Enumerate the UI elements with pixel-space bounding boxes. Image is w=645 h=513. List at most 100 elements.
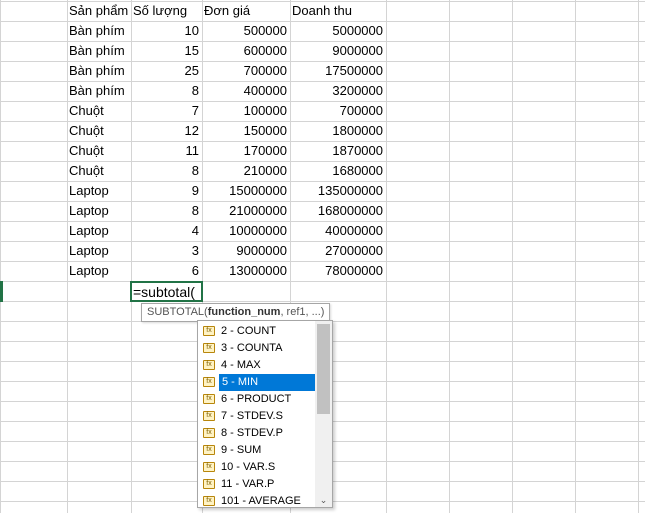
function-icon: fx bbox=[203, 411, 215, 421]
cell-revenue[interactable]: 27000000 bbox=[290, 241, 386, 261]
header-unit-price[interactable]: Đơn giá bbox=[202, 1, 290, 21]
autocomplete-item-label: 101 - AVERAGE bbox=[221, 495, 301, 507]
row-selection-indicator bbox=[0, 281, 3, 302]
cell-product[interactable]: Chuột bbox=[67, 141, 131, 161]
grid-column-line bbox=[512, 0, 513, 513]
autocomplete-item[interactable]: fx 10 - VAR.S bbox=[200, 459, 315, 476]
autocomplete-item-label: 7 - STDEV.S bbox=[221, 410, 283, 422]
tooltip-function-name: SUBTOTAL( bbox=[147, 306, 208, 318]
autocomplete-item[interactable]: fx 3 - COUNTA bbox=[200, 340, 315, 357]
autocomplete-scrollbar[interactable]: ⌄ bbox=[315, 321, 332, 507]
cell-revenue[interactable]: 1800000 bbox=[290, 121, 386, 141]
autocomplete-item[interactable]: fx 9 - SUM bbox=[200, 442, 315, 459]
tooltip-remaining-arguments: , ref1, ...) bbox=[280, 306, 325, 318]
grid-column-line bbox=[0, 0, 1, 513]
cell-product[interactable]: Chuột bbox=[67, 101, 131, 121]
cell-revenue[interactable]: 78000000 bbox=[290, 261, 386, 281]
header-product[interactable]: Sản phẩm bbox=[67, 1, 131, 21]
cell-unit-price[interactable]: 15000000 bbox=[202, 181, 290, 201]
scrollbar-thumb[interactable] bbox=[317, 324, 330, 414]
cell-quantity[interactable]: 7 bbox=[131, 101, 202, 121]
cell-product[interactable]: Laptop bbox=[67, 221, 131, 241]
cell-revenue[interactable]: 9000000 bbox=[290, 41, 386, 61]
cell-product[interactable]: Laptop bbox=[67, 201, 131, 221]
cell-quantity[interactable]: 6 bbox=[131, 261, 202, 281]
grid-row-line bbox=[0, 281, 645, 282]
autocomplete-item[interactable]: fx 2 - COUNT bbox=[200, 323, 315, 340]
function-icon: fx bbox=[203, 377, 215, 387]
grid-column-line bbox=[575, 0, 576, 513]
function-icon: fx bbox=[203, 479, 215, 489]
grid-column-line bbox=[449, 0, 450, 513]
cell-product[interactable]: Laptop bbox=[67, 261, 131, 281]
formula-input[interactable]: =subtotal( bbox=[133, 282, 195, 302]
autocomplete-item[interactable]: fx 7 - STDEV.S bbox=[200, 408, 315, 425]
cell-product[interactable]: Bàn phím bbox=[67, 61, 131, 81]
cell-unit-price[interactable]: 210000 bbox=[202, 161, 290, 181]
autocomplete-item-label: 4 - MAX bbox=[221, 359, 261, 371]
cell-quantity[interactable]: 3 bbox=[131, 241, 202, 261]
cell-unit-price[interactable]: 100000 bbox=[202, 101, 290, 121]
cell-revenue[interactable]: 5000000 bbox=[290, 21, 386, 41]
cell-revenue[interactable]: 40000000 bbox=[290, 221, 386, 241]
autocomplete-item[interactable]: fx 8 - STDEV.P bbox=[200, 425, 315, 442]
cell-unit-price[interactable]: 600000 bbox=[202, 41, 290, 61]
function-icon: fx bbox=[203, 428, 215, 438]
cell-product[interactable]: Bàn phím bbox=[67, 21, 131, 41]
cell-quantity[interactable]: 8 bbox=[131, 81, 202, 101]
cell-revenue[interactable]: 3200000 bbox=[290, 81, 386, 101]
header-revenue[interactable]: Doanh thu bbox=[290, 1, 386, 21]
cell-revenue[interactable]: 17500000 bbox=[290, 61, 386, 81]
cell-product[interactable]: Chuột bbox=[67, 161, 131, 181]
autocomplete-item-label: 6 - PRODUCT bbox=[221, 393, 292, 405]
cell-quantity[interactable]: 12 bbox=[131, 121, 202, 141]
cell-unit-price[interactable]: 500000 bbox=[202, 21, 290, 41]
cell-quantity[interactable]: 15 bbox=[131, 41, 202, 61]
function-autocomplete-list[interactable]: fx 2 - COUNT fx 3 - COUNTA fx 4 - MAX fx 5 - MI… bbox=[197, 320, 333, 508]
grid-row-line bbox=[0, 301, 645, 302]
grid-column-line bbox=[386, 0, 387, 513]
cell-quantity[interactable]: 9 bbox=[131, 181, 202, 201]
autocomplete-item-label: 11 - VAR.P bbox=[221, 478, 275, 490]
cell-product[interactable]: Laptop bbox=[67, 241, 131, 261]
cell-unit-price[interactable]: 10000000 bbox=[202, 221, 290, 241]
cell-revenue[interactable]: 1870000 bbox=[290, 141, 386, 161]
cell-quantity[interactable]: 11 bbox=[131, 141, 202, 161]
cell-product[interactable]: Chuột bbox=[67, 121, 131, 141]
scroll-down-icon[interactable]: ⌄ bbox=[315, 493, 332, 507]
autocomplete-item-label: 5 - MIN bbox=[219, 374, 318, 391]
cell-revenue[interactable]: 1680000 bbox=[290, 161, 386, 181]
autocomplete-item-label: 9 - SUM bbox=[221, 444, 262, 456]
cell-product[interactable]: Bàn phím bbox=[67, 41, 131, 61]
cell-quantity[interactable]: 8 bbox=[131, 201, 202, 221]
cell-product[interactable]: Laptop bbox=[67, 181, 131, 201]
header-quantity[interactable]: Số lượng bbox=[131, 1, 202, 21]
autocomplete-item[interactable]: fx 6 - PRODUCT bbox=[200, 391, 315, 408]
autocomplete-item-label: 8 - STDEV.P bbox=[221, 427, 283, 439]
function-icon: fx bbox=[203, 360, 215, 370]
cell-quantity[interactable]: 25 bbox=[131, 61, 202, 81]
cell-revenue[interactable]: 700000 bbox=[290, 101, 386, 121]
cell-quantity[interactable]: 4 bbox=[131, 221, 202, 241]
autocomplete-item[interactable]: fx 11 - VAR.P bbox=[200, 476, 315, 493]
cell-unit-price[interactable]: 400000 bbox=[202, 81, 290, 101]
cell-unit-price[interactable]: 150000 bbox=[202, 121, 290, 141]
cell-unit-price[interactable]: 170000 bbox=[202, 141, 290, 161]
cell-unit-price[interactable]: 13000000 bbox=[202, 261, 290, 281]
function-icon: fx bbox=[203, 445, 215, 455]
grid-column-line bbox=[638, 0, 639, 513]
autocomplete-item[interactable]: fx 101 - AVERAGE bbox=[200, 493, 315, 507]
cell-quantity[interactable]: 8 bbox=[131, 161, 202, 181]
cell-unit-price[interactable]: 9000000 bbox=[202, 241, 290, 261]
function-icon: fx bbox=[203, 343, 215, 353]
cell-unit-price[interactable]: 21000000 bbox=[202, 201, 290, 221]
tooltip-current-argument: function_num bbox=[207, 306, 281, 318]
cell-unit-price[interactable]: 700000 bbox=[202, 61, 290, 81]
cell-product[interactable]: Bàn phím bbox=[67, 81, 131, 101]
autocomplete-item[interactable]: fx 5 - MIN bbox=[200, 374, 318, 391]
cell-quantity[interactable]: 10 bbox=[131, 21, 202, 41]
cell-revenue[interactable]: 135000000 bbox=[290, 181, 386, 201]
autocomplete-item-label: 2 - COUNT bbox=[221, 325, 276, 337]
autocomplete-item[interactable]: fx 4 - MAX bbox=[200, 357, 315, 374]
cell-revenue[interactable]: 168000000 bbox=[290, 201, 386, 221]
